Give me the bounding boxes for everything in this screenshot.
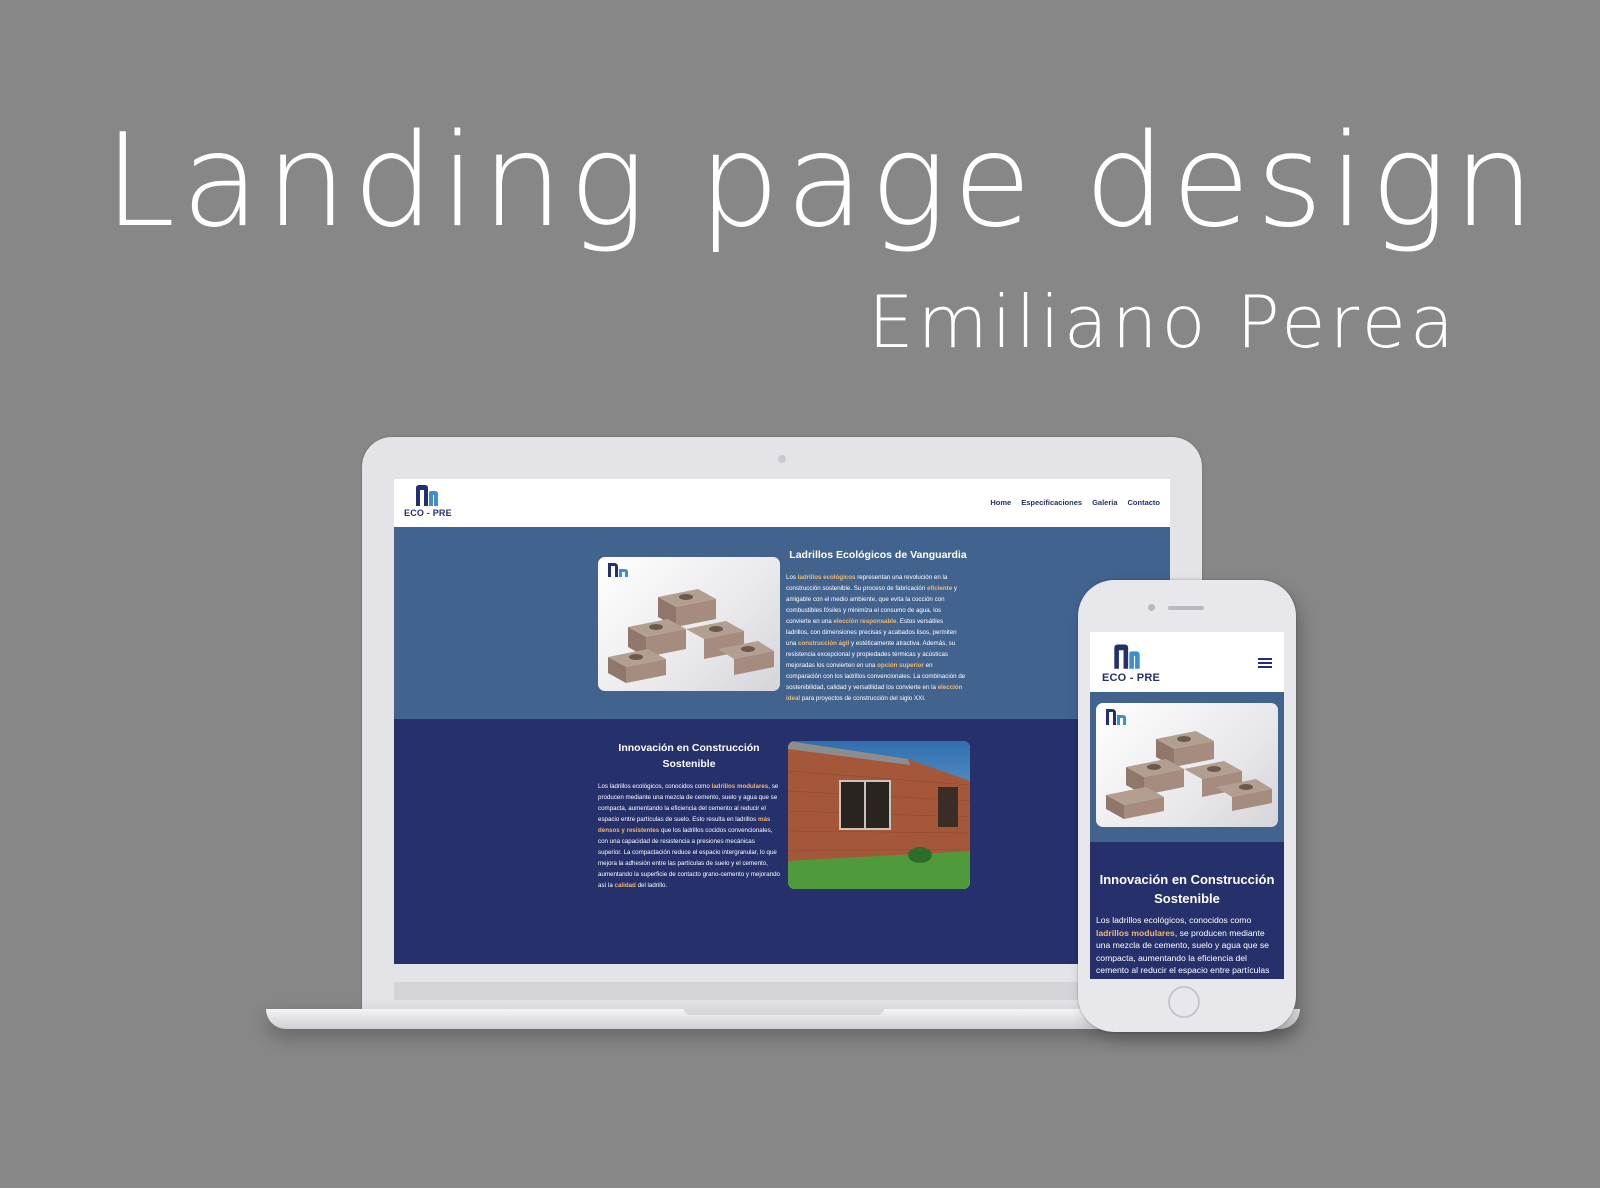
mobile-section2-body: Los ladrillos ecológicos, conocidos como… <box>1096 914 1280 979</box>
highlight-text: eficiente <box>927 585 953 592</box>
body-text: para proyectos de construcción del siglo… <box>800 695 926 702</box>
site-header: ECO - PRE Home Especificaciones Galeria … <box>394 479 1170 527</box>
section1-body: Los ladrillos ecológicos representan una… <box>786 572 966 704</box>
logo-text: ECO - PRE <box>404 508 452 518</box>
section-ladrillos: Ladrillos Ecológicos de Vanguardia Los l… <box>394 527 1170 719</box>
nav-contacto[interactable]: Contacto <box>1128 498 1161 507</box>
phone-speaker <box>1168 606 1204 610</box>
laptop-screen: ECO - PRE Home Especificaciones Galeria … <box>394 479 1170 964</box>
laptop-notch <box>684 1009 884 1015</box>
highlight-text: construcción ágil <box>798 640 850 647</box>
brick-stack-illustration <box>608 589 774 683</box>
bricks-image <box>598 557 780 691</box>
highlight-text: elección responsable <box>833 618 897 625</box>
highlight-text: ladrillos modulares <box>711 783 769 790</box>
phone-screen: ECO - PRE Innovación en Construcción Sos… <box>1090 632 1284 979</box>
mobile-logo-text: ECO - PRE <box>1102 672 1161 684</box>
site-logo[interactable]: ECO - PRE <box>404 483 452 518</box>
body-text: del ladrillo. <box>635 882 668 889</box>
mobile-bricks-image <box>1096 703 1278 827</box>
eco-pre-logo-icon <box>416 485 438 506</box>
phone-home-button[interactable] <box>1168 986 1200 1018</box>
section1-title: Ladrillos Ecológicos de Vanguardia <box>789 549 967 561</box>
phone-camera <box>1148 604 1155 611</box>
highlight-text: opción superior <box>877 662 924 669</box>
highlight-text: ladrillos ecológicos <box>797 574 856 581</box>
page-heading: Landing page design <box>104 107 1541 256</box>
brick-house-image <box>788 741 970 889</box>
site-nav: Home Especificaciones Galeria Contacto <box>990 498 1160 507</box>
mobile-brick-stack-illustration <box>1106 731 1272 819</box>
laptop-mockup: ECO - PRE Home Especificaciones Galeria … <box>362 437 1202 1013</box>
laptop-chin <box>394 982 1170 1000</box>
author-name: Emiliano Perea <box>868 280 1458 364</box>
mobile-section2-title: Innovación en Construcción Sostenible <box>1099 872 1275 906</box>
nav-home[interactable]: Home <box>990 498 1011 507</box>
body-text: que los ladrillos cocidos convencionales… <box>598 827 780 889</box>
mobile-logo[interactable]: ECO - PRE <box>1102 642 1160 684</box>
hamburger-icon[interactable] <box>1258 658 1272 668</box>
body-text: Los ladrillos ecológicos, conocidos como <box>1096 915 1252 925</box>
mobile-section-ladrillos <box>1090 692 1284 842</box>
nav-galeria[interactable]: Galeria <box>1092 498 1117 507</box>
body-text: Los ladrillos ecológicos, conocidos como <box>598 783 712 790</box>
highlight-text: calidad <box>614 882 636 889</box>
mobile-header: ECO - PRE <box>1090 632 1284 692</box>
section-innovacion: Innovación en Construcción Sostenible Lo… <box>394 719 1170 964</box>
nav-especificaciones[interactable]: Especificaciones <box>1021 498 1082 507</box>
section2-body: Los ladrillos ecológicos, conocidos como… <box>598 781 780 891</box>
eco-pre-logo-icon <box>1114 644 1140 669</box>
highlight-text: ladrillos modulares <box>1096 927 1175 938</box>
body-text: Los <box>786 574 798 581</box>
laptop-camera <box>778 455 786 463</box>
phone-mockup: ECO - PRE Innovación en Construcción Sos… <box>1078 580 1296 1032</box>
section2-title: Innovación en Construcción Sostenible <box>618 742 760 770</box>
